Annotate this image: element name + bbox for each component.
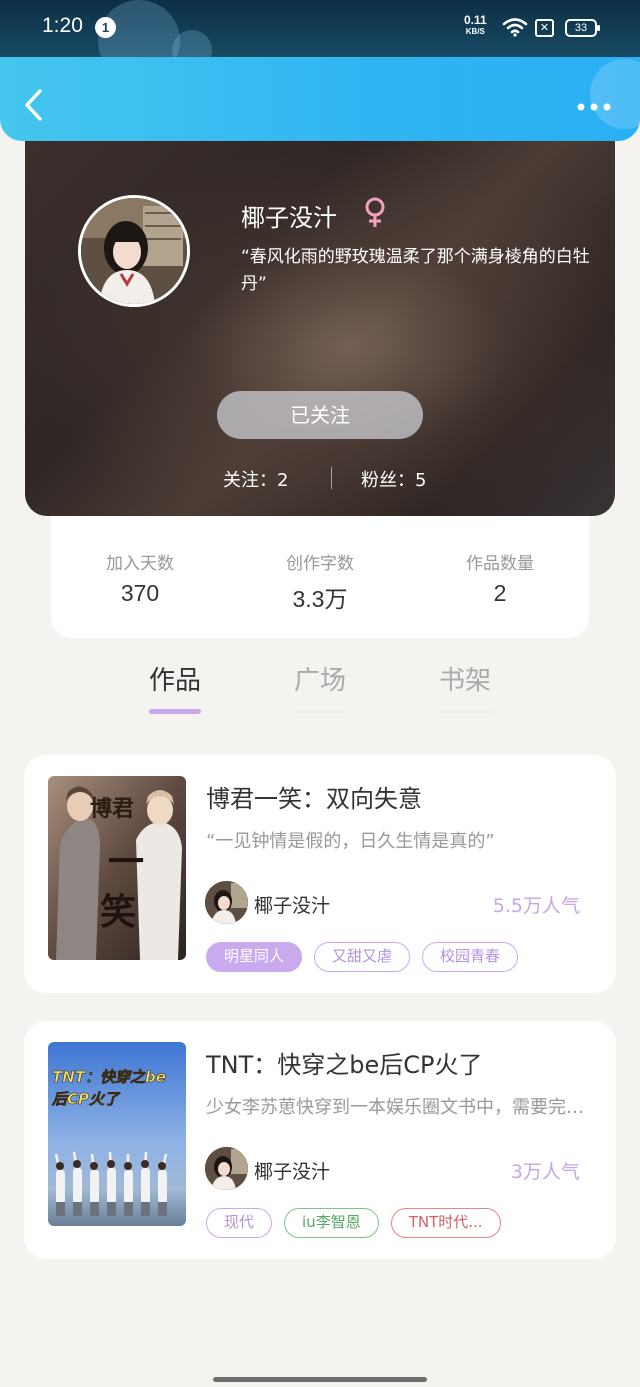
work-description: 少女李苏葸快穿到一本娱乐圈文书中，需要完成任务 [206, 1097, 596, 1118]
author-name: 椰子没汁 [254, 895, 331, 917]
tag[interactable]: TNT时代... [390, 1208, 501, 1238]
stat-word-count: 创作字数 3.3万 [286, 554, 354, 612]
tag[interactable]: 现代 [206, 1208, 273, 1238]
follow-stats: 关注：2 粉丝：5 [25, 466, 615, 492]
work-card[interactable]: 博君 一 笑 博君一笑：双向失意 “一见钟情是假的，日久生情是真的” 椰子没汁 … [24, 755, 616, 993]
cover-image: 博君 一 笑 [48, 776, 186, 960]
decor-bubble [172, 30, 212, 57]
decor-bubble [590, 59, 640, 129]
work-title[interactable]: 博君一笑：双向失意 [206, 779, 422, 814]
avatar[interactable] [78, 195, 190, 307]
more-dots-icon[interactable] [576, 102, 612, 112]
avatar-photo [81, 198, 187, 304]
home-indicator[interactable] [213, 1377, 427, 1382]
nav-bar [0, 57, 640, 141]
work-card[interactable]: TNT：快穿之be 后CP火了 TNT：快穿之be后CP火了 少女李苏葸快穿到一… [24, 1021, 616, 1259]
book-cover[interactable]: 博君 一 笑 [48, 776, 186, 960]
tab-works[interactable]: 作品 [135, 660, 215, 714]
svg-text:TNT：快穿之be: TNT：快穿之be [52, 1068, 166, 1086]
popularity-count: 5.5万人气 [492, 895, 580, 917]
profile-header: 椰子没汁 “春风化雨的野玫瑰温柔了那个满身棱角的白牡丹” 已关注 关注：2 粉丝… [25, 141, 615, 516]
tag[interactable]: 明星同人 [206, 942, 303, 972]
cover-image: TNT：快穿之be 后CP火了 [48, 1042, 186, 1226]
tab-indicator [149, 709, 201, 714]
tag-list: 明星同人 又甜又虐 校园青春 [206, 942, 530, 972]
status-time: 1:20 [42, 14, 83, 37]
divider [331, 467, 332, 489]
tag[interactable]: 又甜又虐 [314, 942, 411, 972]
tab-indicator [439, 709, 491, 714]
author-avatar[interactable] [205, 1147, 248, 1190]
tab-indicator [294, 709, 346, 714]
chevron-left-icon[interactable] [22, 87, 46, 123]
stat-works-count: 作品数量 2 [466, 554, 534, 606]
fans-count[interactable]: 粉丝：5 [361, 466, 426, 492]
svg-text:后CP火了: 后CP火了 [51, 1090, 121, 1108]
female-icon [365, 197, 385, 227]
tag[interactable]: iu李智恩 [284, 1208, 379, 1238]
work-title[interactable]: TNT：快穿之be后CP火了 [206, 1045, 483, 1080]
page-footer-space [0, 1262, 640, 1387]
battery-icon: 33 [565, 19, 600, 37]
popularity-count: 3万人气 [510, 1161, 580, 1183]
profile-motto: “春风化雨的野玫瑰温柔了那个满身棱角的白牡丹” [241, 247, 590, 294]
no-sim-icon: ✕ [535, 19, 554, 37]
work-description: “一见钟情是假的，日久生情是真的” [206, 831, 495, 852]
author-avatar-photo [205, 881, 248, 924]
tab-plaza[interactable]: 广场 [280, 660, 360, 714]
wifi-icon [502, 18, 528, 37]
svg-text:笑: 笑 [100, 891, 136, 933]
svg-text:一: 一 [108, 841, 144, 883]
profile-name: 椰子没汁 [241, 204, 337, 232]
notification-badge: 1 [95, 17, 116, 38]
author-avatar[interactable] [205, 881, 248, 924]
book-cover[interactable]: TNT：快穿之be 后CP火了 [48, 1042, 186, 1226]
follow-button[interactable]: 已关注 [217, 391, 423, 439]
tag[interactable]: 校园青春 [422, 942, 519, 972]
stat-join-days: 加入天数 370 [106, 554, 174, 606]
following-count[interactable]: 关注：2 [223, 466, 288, 492]
network-speed: 0.11 KB/S [464, 13, 487, 36]
svg-text:博君: 博君 [90, 796, 134, 822]
status-bar: 1:20 1 0.11 KB/S ✕ 33 [0, 0, 640, 57]
stats-card: 加入天数 370 创作字数 3.3万 作品数量 2 [51, 516, 589, 638]
tab-bookshelf[interactable]: 书架 [425, 660, 505, 714]
tag-list: 现代 iu李智恩 TNT时代... [206, 1208, 513, 1238]
author-name: 椰子没汁 [254, 1161, 331, 1183]
author-avatar-photo [205, 1147, 248, 1190]
